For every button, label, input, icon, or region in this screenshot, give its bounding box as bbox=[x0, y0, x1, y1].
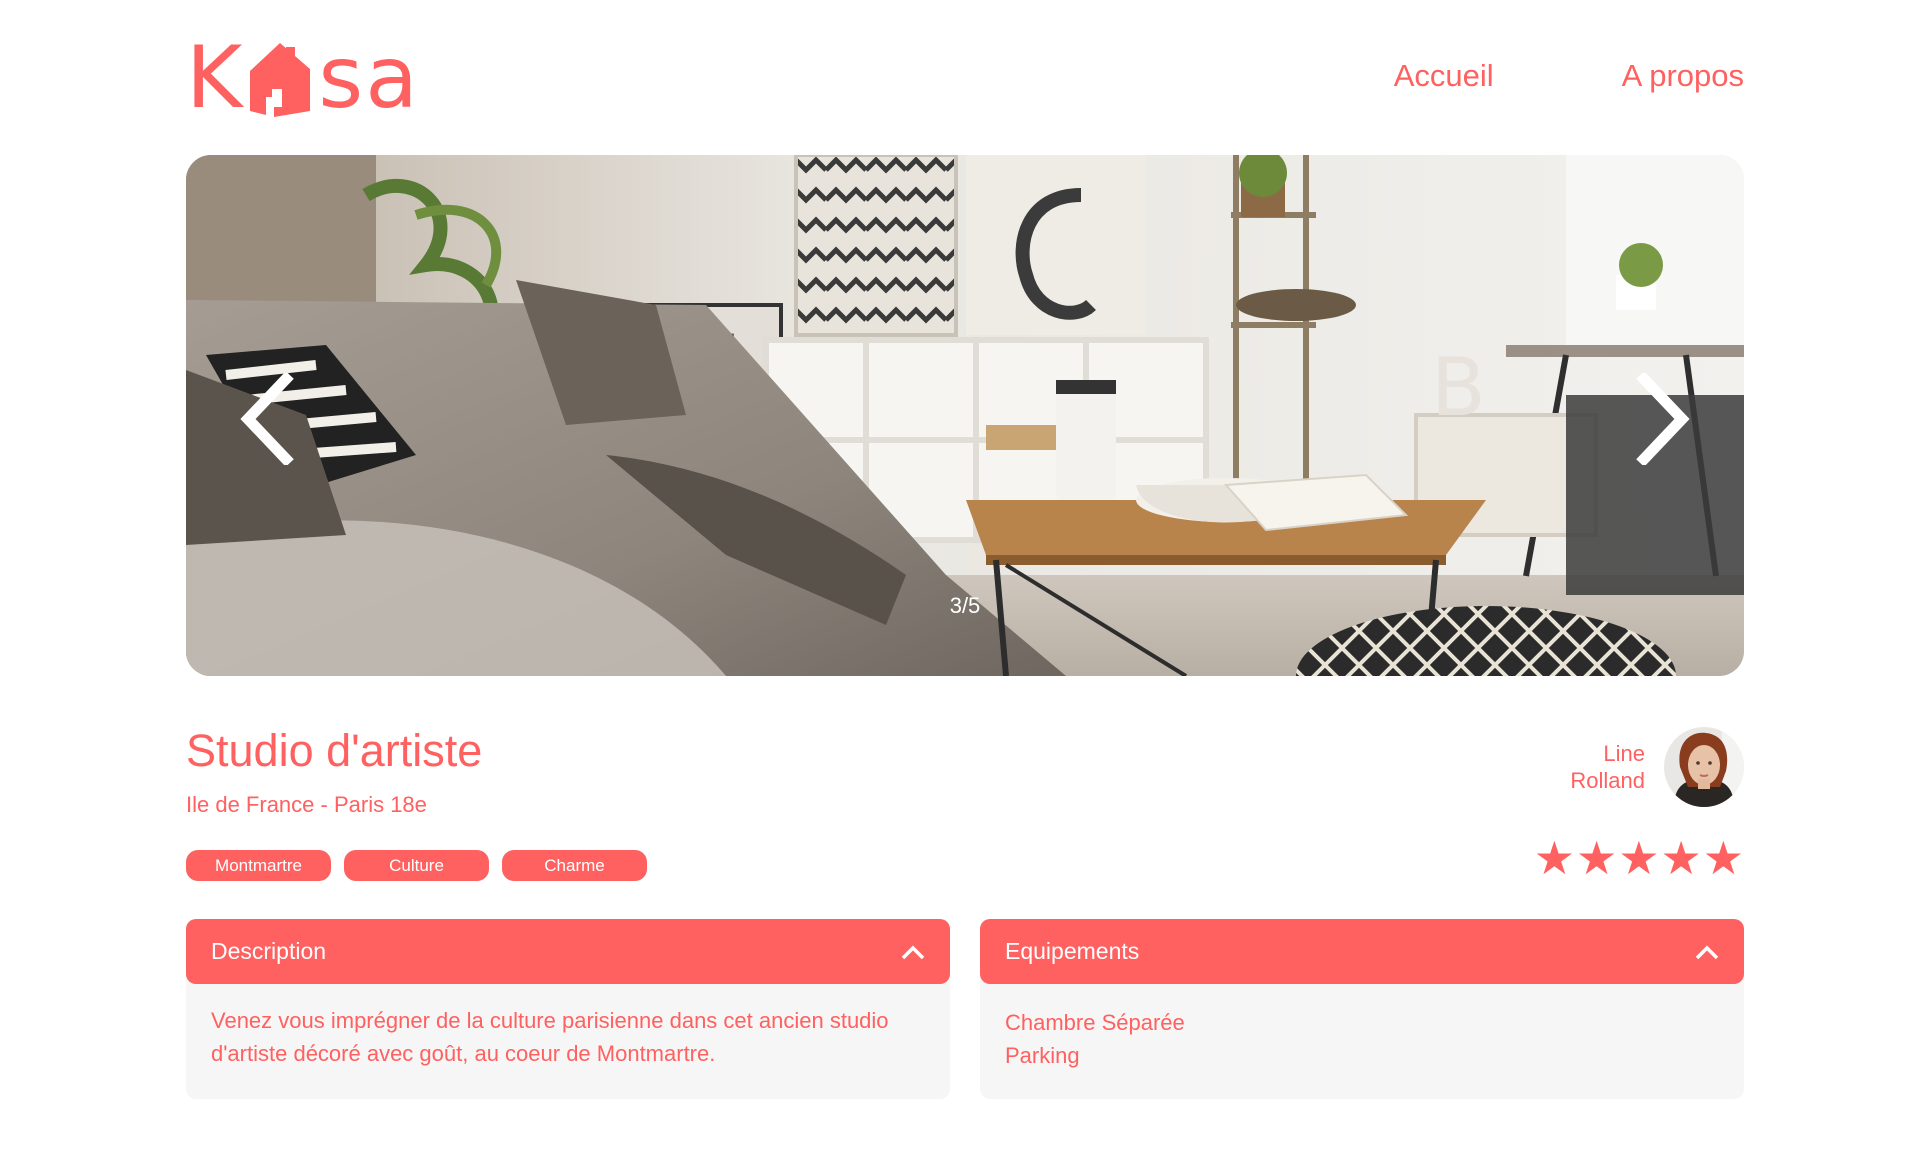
chevron-right-icon bbox=[1636, 373, 1690, 465]
listing-location: Ile de France - Paris 18e bbox=[186, 792, 427, 817]
carousel-prev-button[interactable] bbox=[226, 369, 306, 469]
chevron-up-icon[interactable] bbox=[900, 943, 926, 961]
host-last-name: Rolland bbox=[1570, 768, 1645, 793]
star-icon: ★ bbox=[1533, 832, 1575, 884]
svg-text:B: B bbox=[1431, 341, 1486, 434]
main-nav: Accueil A propos bbox=[1394, 58, 1744, 94]
tag: Charme bbox=[502, 850, 647, 881]
equipments-collapse: Equipements Chambre Séparée Parking bbox=[980, 919, 1744, 1099]
nav-home-link[interactable]: Accueil bbox=[1394, 58, 1494, 94]
description-content: Venez vous imprégner de la culture paris… bbox=[186, 976, 950, 1099]
host-name: Line Rolland bbox=[1570, 740, 1645, 794]
description-title: Description bbox=[211, 938, 327, 964]
tag: Culture bbox=[344, 850, 489, 881]
tag: Montmartre bbox=[186, 850, 331, 881]
star-icon: ★ bbox=[1576, 832, 1618, 884]
equipment-item: Chambre Séparée bbox=[1005, 1010, 1185, 1035]
star-icon: ★ bbox=[1618, 832, 1660, 884]
site-header: K sa Accueil A propos bbox=[186, 34, 1744, 124]
carousel-next-button[interactable] bbox=[1624, 369, 1704, 469]
rating-stars: ★ ★ ★ ★ ★ bbox=[1534, 835, 1744, 881]
nav-about-link[interactable]: A propos bbox=[1622, 58, 1744, 94]
host-first-name: Line bbox=[1603, 741, 1645, 766]
star-icon: ★ bbox=[1702, 832, 1744, 884]
carousel-counter: 3/5 bbox=[949, 593, 981, 618]
house-icon bbox=[250, 43, 311, 117]
host-portrait bbox=[1664, 727, 1744, 807]
star-icon: ★ bbox=[1660, 832, 1702, 884]
chevron-left-icon bbox=[240, 373, 294, 465]
host-info: Line Rolland bbox=[1570, 727, 1744, 807]
equipments-title: Equipements bbox=[1005, 938, 1140, 964]
kasa-logo[interactable]: K sa bbox=[186, 34, 420, 122]
host-avatar bbox=[1664, 727, 1744, 807]
chevron-up-icon[interactable] bbox=[1694, 943, 1720, 961]
equipments-toggle[interactable]: Equipements bbox=[980, 919, 1744, 984]
tag-list: Montmartre Culture Charme bbox=[186, 850, 647, 881]
equipment-item: Parking bbox=[1005, 1043, 1080, 1068]
equipments-content: Chambre Séparée Parking bbox=[980, 976, 1744, 1099]
listing-title: Studio d'artiste bbox=[186, 725, 483, 776]
photo-carousel: RE B bbox=[186, 155, 1744, 676]
description-toggle[interactable]: Description bbox=[186, 919, 950, 984]
description-collapse: Description Venez vous imprégner de la c… bbox=[186, 919, 950, 1099]
